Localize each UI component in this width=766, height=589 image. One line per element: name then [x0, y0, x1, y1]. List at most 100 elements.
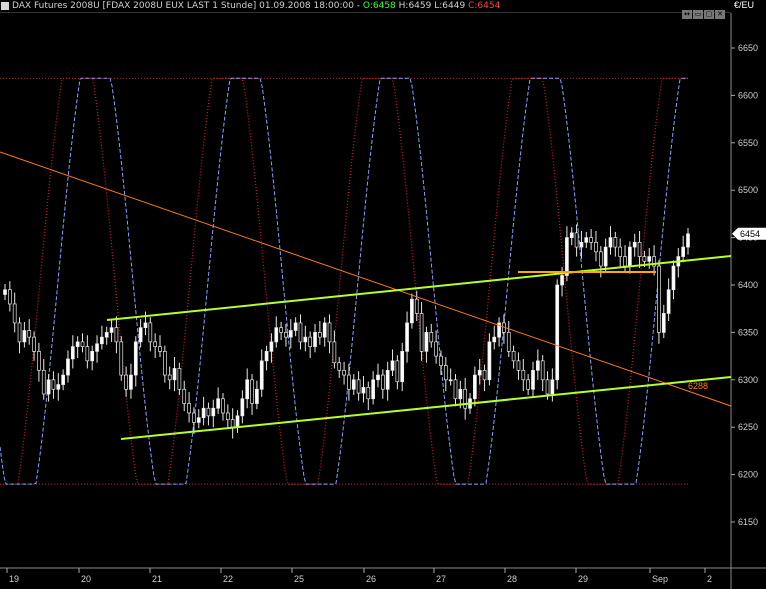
- candle-body: [492, 336, 497, 343]
- candle-body: [327, 322, 332, 343]
- candle-body: [351, 379, 356, 390]
- candle-body: [308, 336, 313, 347]
- candle-body: [182, 388, 187, 404]
- candle-body: [526, 379, 530, 390]
- candle-body: [380, 374, 385, 390]
- candle-body: [598, 251, 603, 267]
- candle-body: [56, 384, 61, 390]
- candle-body: [3, 289, 7, 295]
- candle-body: [506, 332, 511, 352]
- candle-body: [535, 360, 540, 371]
- candle-body: [628, 246, 632, 267]
- candle-body: [269, 341, 274, 352]
- candle-body: [429, 332, 434, 343]
- x-tick-label: Sep: [652, 574, 668, 584]
- candle-body: [177, 368, 182, 390]
- y-tick-label: 6550: [738, 138, 758, 148]
- candle-body: [41, 369, 46, 395]
- oscillator-blue-line: [0, 77, 688, 485]
- x-tick-label: 28: [507, 574, 517, 584]
- candle-body: [390, 360, 395, 371]
- candle-body: [245, 379, 250, 400]
- candle-body: [119, 341, 124, 376]
- candle-body: [458, 388, 463, 400]
- candle-body: [255, 388, 259, 404]
- x-tick-label: 19: [9, 574, 19, 584]
- candle-body: [531, 369, 535, 390]
- candle-body: [434, 341, 438, 357]
- candle-body: [657, 265, 661, 333]
- candle-body: [66, 358, 70, 376]
- candle-body: [477, 369, 482, 376]
- candle-body: [448, 379, 453, 382]
- candle-body: [661, 313, 666, 333]
- candle-body: [196, 417, 201, 423]
- candle-body: [565, 237, 569, 276]
- x-tick-label: 2: [707, 574, 712, 584]
- candle-body: [51, 379, 56, 390]
- x-tick-label: 27: [436, 574, 446, 584]
- candle-body: [109, 327, 114, 333]
- candle-body: [104, 332, 109, 338]
- candle-body: [298, 322, 303, 343]
- y-tick-label: 6350: [738, 327, 758, 337]
- candle-body: [313, 332, 317, 347]
- candle-body: [342, 369, 346, 376]
- candle-body: [100, 336, 104, 345]
- candle-body: [7, 289, 12, 305]
- candle-body: [516, 360, 521, 371]
- y-tick-label: 6250: [738, 422, 758, 432]
- candle-body: [133, 341, 138, 376]
- candle-body: [463, 388, 468, 409]
- candle-body: [32, 336, 36, 352]
- candle-body: [46, 379, 51, 395]
- candle-body: [240, 398, 245, 417]
- candle-body: [686, 233, 690, 248]
- x-tick-label: 21: [152, 574, 162, 584]
- candle-body: [487, 341, 492, 381]
- candle-body: [405, 322, 409, 352]
- candle-body: [395, 360, 400, 383]
- candle-body: [187, 403, 191, 414]
- candle-body: [623, 256, 627, 267]
- candle-body: [259, 360, 264, 390]
- candle-body: [143, 322, 148, 329]
- candle-body: [642, 256, 647, 262]
- candle-body: [366, 387, 371, 400]
- price-chart[interactable]: 6150620062506300635064006450650065506600…: [0, 0, 766, 589]
- candle-body: [288, 330, 293, 338]
- candle-body: [632, 241, 637, 248]
- candle-body: [589, 237, 593, 243]
- candle-body: [560, 275, 564, 286]
- y-tick-label: 6300: [738, 375, 758, 385]
- candle-body: [163, 351, 167, 376]
- candle-body: [211, 407, 216, 417]
- candle-body: [550, 379, 555, 395]
- candle-body: [61, 374, 65, 385]
- candle-body: [608, 237, 613, 248]
- candle-body: [95, 343, 99, 352]
- candle-body: [666, 289, 671, 314]
- candle-body: [124, 374, 128, 390]
- candle-body: [521, 369, 526, 381]
- candle-body: [225, 412, 230, 420]
- candle-body: [579, 241, 584, 248]
- candle-body: [671, 265, 676, 291]
- candle-body: [400, 351, 405, 383]
- candle-body: [138, 327, 143, 343]
- candle-body: [439, 355, 443, 366]
- candle-body: [482, 369, 487, 381]
- candle-body: [376, 374, 380, 381]
- candle-body: [555, 284, 560, 381]
- y-tick-label: 6200: [738, 470, 758, 480]
- candle-body: [22, 330, 27, 343]
- candle-body: [274, 327, 279, 343]
- candle-body: [37, 351, 41, 371]
- candle-body: [618, 246, 623, 257]
- candle-body: [284, 332, 288, 338]
- candle-body: [80, 341, 85, 347]
- candle-body: [540, 360, 545, 381]
- y-tick-label: 6600: [738, 90, 758, 100]
- candle-body: [574, 232, 579, 248]
- x-tick-label: 29: [578, 574, 588, 584]
